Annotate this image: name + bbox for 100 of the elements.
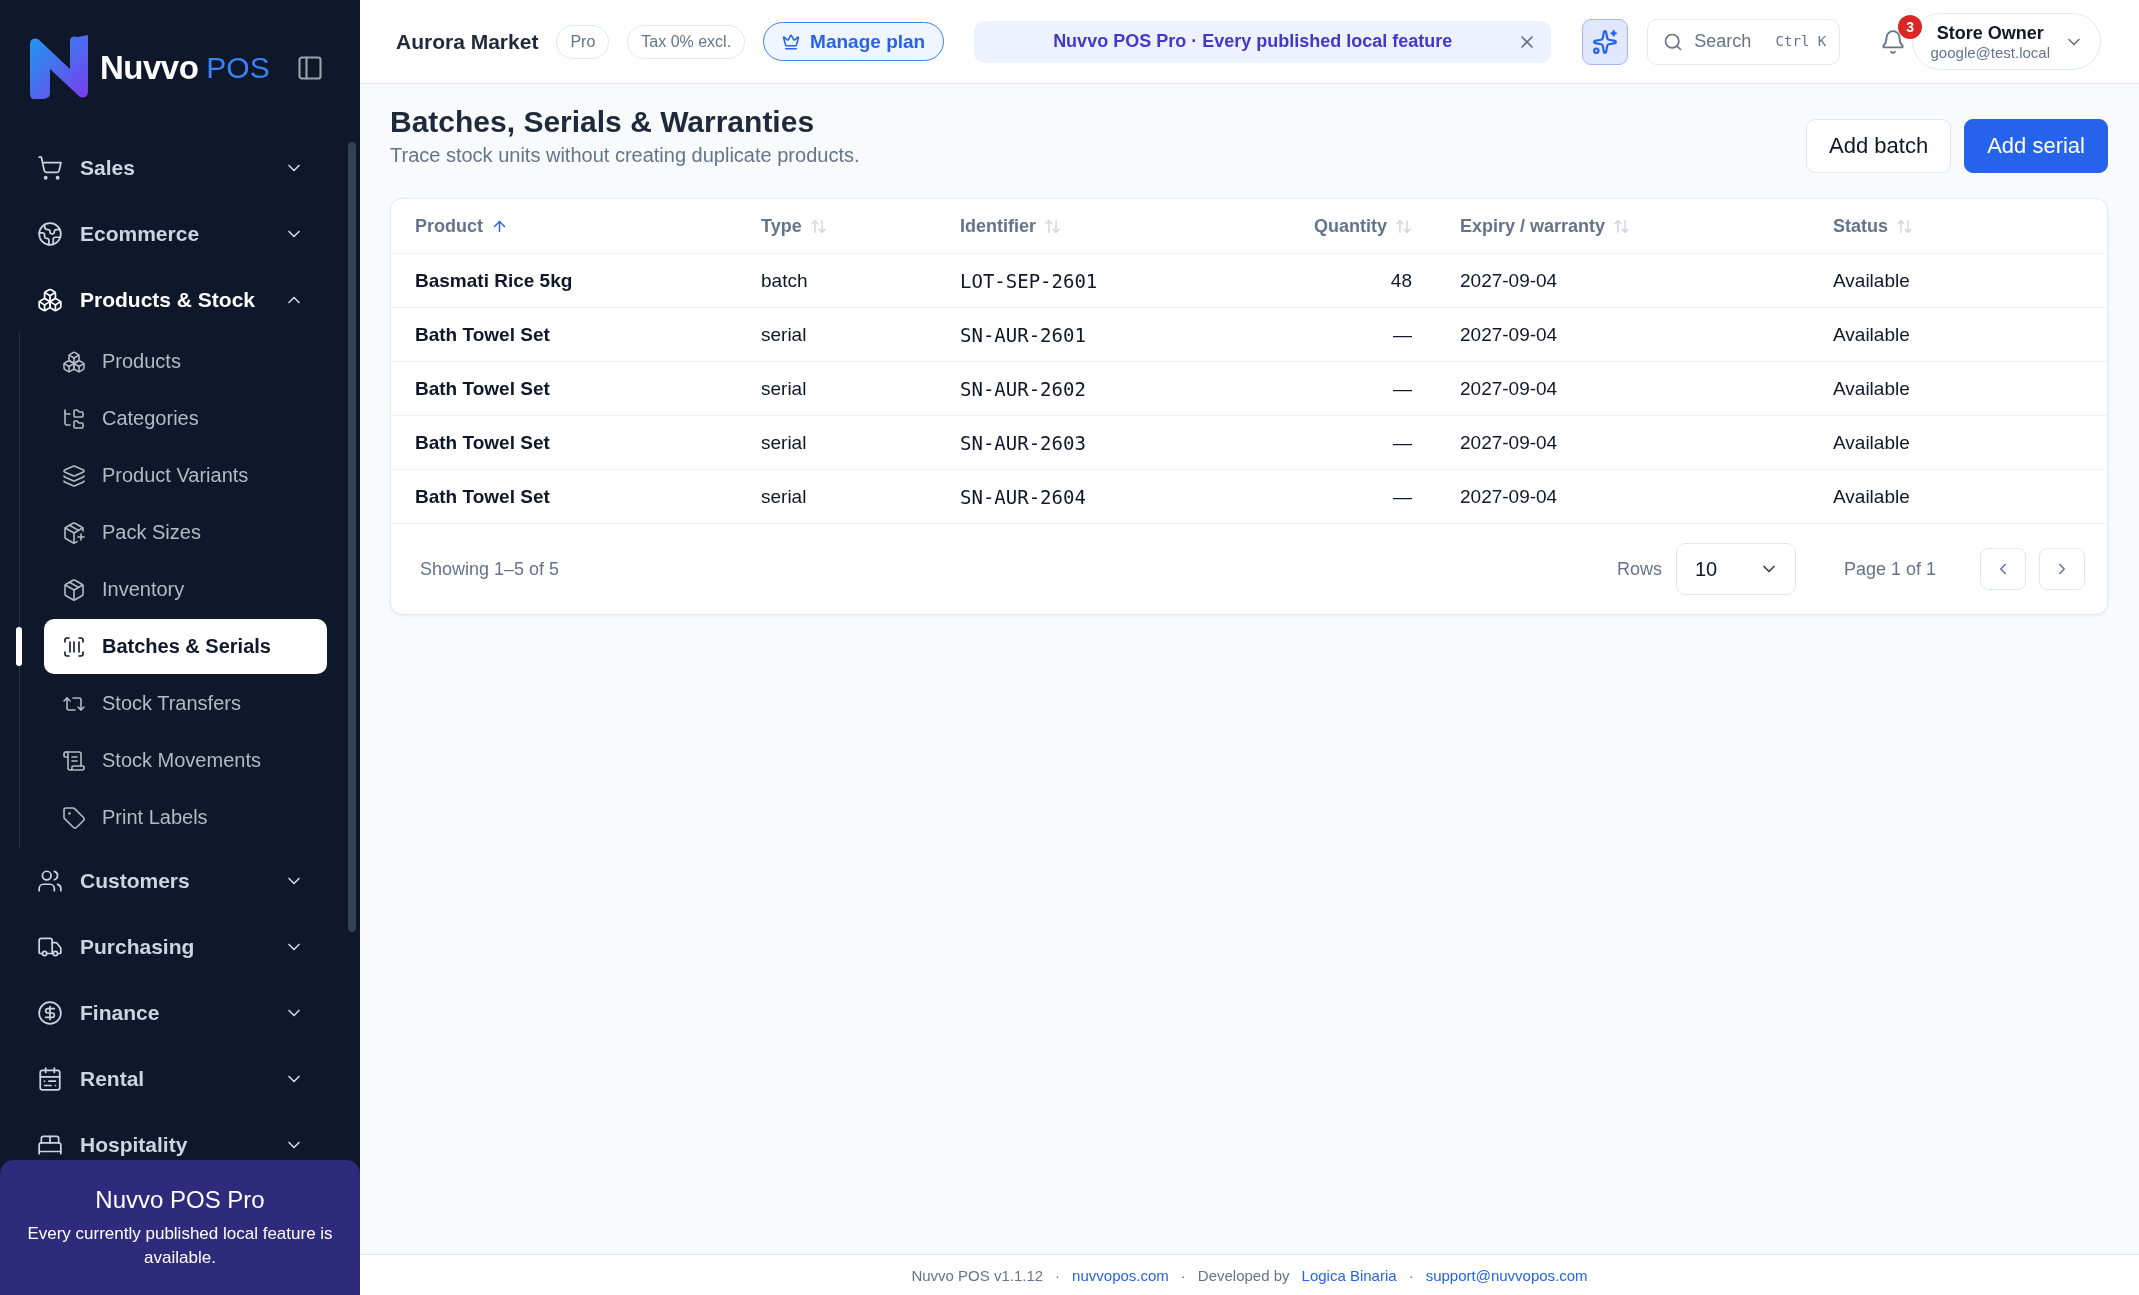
nav-group[interactable]: Finance bbox=[0, 980, 348, 1046]
table-cell: — bbox=[1393, 377, 1412, 400]
notification-count: 3 bbox=[1898, 14, 1923, 39]
table-cell: Bath Towel Set bbox=[415, 485, 550, 508]
sparkles-icon bbox=[1592, 28, 1619, 55]
table-cell: serial bbox=[761, 323, 807, 346]
table-cell: serial bbox=[761, 431, 807, 454]
table-cell: Bath Towel Set bbox=[415, 431, 550, 454]
package-icon bbox=[62, 577, 86, 602]
column-header[interactable]: Product bbox=[415, 215, 508, 237]
table-cell: Basmati Rice 5kg bbox=[415, 269, 573, 292]
shortcut-hint: Ctrl K bbox=[1775, 32, 1827, 49]
user-email: google@test.local bbox=[1930, 43, 2050, 61]
layers-icon bbox=[62, 463, 86, 488]
footer-text: · bbox=[1055, 1266, 1061, 1284]
nav-item[interactable]: Product Variants bbox=[44, 447, 327, 504]
table-cell: serial bbox=[761, 377, 807, 400]
panel-icon bbox=[296, 53, 324, 82]
table-cell: Available bbox=[1833, 269, 1910, 292]
assistant-button[interactable] bbox=[1582, 18, 1629, 65]
table-cell: Available bbox=[1833, 377, 1910, 400]
secondary-button[interactable]: Add batch bbox=[1806, 119, 1952, 173]
nav-item[interactable]: Products bbox=[44, 333, 327, 390]
rows-label: Rows bbox=[1616, 558, 1662, 580]
footer-link[interactable]: Logica Binaria bbox=[1301, 1266, 1397, 1284]
nav-group[interactable]: Products & Stock bbox=[0, 267, 348, 333]
active-indicator bbox=[16, 627, 22, 666]
barcode-scan-icon bbox=[62, 634, 86, 659]
banner-text: Nuvvo POS Pro · Every published local feature bbox=[1052, 31, 1454, 52]
nav-item[interactable]: Stock Movements bbox=[44, 732, 327, 789]
column-header[interactable]: Identifier bbox=[960, 215, 1061, 237]
table-cell: 2027-09-04 bbox=[1460, 485, 1558, 508]
footer-link[interactable]: nuvvopos.com bbox=[1072, 1266, 1169, 1284]
scrollbar-thumb[interactable] bbox=[348, 142, 356, 932]
nav-item[interactable]: Print Labels bbox=[44, 789, 327, 846]
scroll-icon bbox=[62, 748, 86, 773]
folder-tree-icon bbox=[62, 406, 86, 431]
nav-group[interactable]: Rental bbox=[0, 1046, 348, 1112]
table-cell: — bbox=[1393, 485, 1412, 508]
globe-icon bbox=[37, 221, 63, 247]
primary-button[interactable]: Add serial bbox=[1964, 119, 2108, 173]
users-icon bbox=[37, 868, 63, 894]
nav-item[interactable]: Stock Transfers bbox=[44, 675, 327, 732]
tag-icon bbox=[62, 805, 86, 830]
column-header[interactable]: Expiry / warranty bbox=[1460, 215, 1631, 237]
package-plus-icon bbox=[62, 520, 86, 545]
table-cell: 2027-09-04 bbox=[1460, 377, 1558, 400]
table-cell: serial bbox=[761, 485, 807, 508]
nav-group[interactable]: Sales bbox=[0, 135, 348, 201]
search-icon bbox=[1663, 31, 1684, 52]
page-indicator: Page 1 of 1 bbox=[1843, 558, 1936, 580]
table-cell: SN-AUR-2601 bbox=[960, 323, 1086, 346]
column-header[interactable]: Type bbox=[761, 215, 827, 237]
table-cell: Available bbox=[1833, 485, 1910, 508]
column-header[interactable]: Quantity bbox=[1314, 215, 1412, 237]
boxes-icon bbox=[37, 287, 63, 313]
bell-icon bbox=[1880, 28, 1907, 55]
table-cell: 48 bbox=[1390, 269, 1412, 292]
footer-link[interactable]: support@nuvvopos.com bbox=[1425, 1266, 1588, 1284]
table-cell: 2027-09-04 bbox=[1460, 431, 1558, 454]
footer-text: Nuvvo POS v1.1.12 bbox=[911, 1266, 1044, 1284]
promo-text: Every currently published local feature is available. bbox=[26, 1222, 334, 1269]
cart-icon bbox=[37, 155, 63, 181]
nav-group[interactable]: Ecommerce bbox=[0, 201, 348, 267]
footer-text: · bbox=[1408, 1266, 1414, 1284]
table-cell: SN-AUR-2603 bbox=[960, 431, 1086, 454]
nav-group[interactable]: Hospitality bbox=[0, 1112, 348, 1160]
table-cell: Available bbox=[1833, 323, 1910, 346]
footer-text: Developed by bbox=[1197, 1266, 1290, 1284]
crown-icon bbox=[782, 32, 801, 51]
user-name: Store Owner bbox=[1936, 22, 2044, 44]
column-header[interactable]: Status bbox=[1833, 215, 1913, 237]
table-cell: batch bbox=[761, 269, 808, 292]
nav-group[interactable]: Purchasing bbox=[0, 914, 348, 980]
table-cell: — bbox=[1393, 323, 1412, 346]
collapse-sidebar-button[interactable] bbox=[296, 53, 324, 82]
store-name: Aurora Market bbox=[396, 29, 539, 54]
logo-text: Nuvvo bbox=[100, 48, 199, 87]
table-cell: 2027-09-04 bbox=[1460, 269, 1558, 292]
manage-plan-button[interactable]: Manage plan bbox=[763, 22, 945, 61]
nav-group[interactable]: Customers bbox=[0, 848, 348, 914]
table-cell: — bbox=[1393, 431, 1412, 454]
promo-title: Nuvvo POS Pro bbox=[95, 1185, 265, 1214]
dollar-icon bbox=[37, 1000, 63, 1026]
results-summary: Showing 1–5 of 5 bbox=[420, 558, 560, 580]
table-cell: LOT-SEP-2601 bbox=[960, 269, 1098, 292]
page-title: Batches, Serials & Warranties bbox=[390, 104, 816, 140]
nav-item[interactable]: Pack Sizes bbox=[44, 504, 327, 561]
rows-select[interactable]: 10 bbox=[1675, 543, 1796, 595]
table-cell: 2027-09-04 bbox=[1460, 323, 1558, 346]
table-cell: Bath Towel Set bbox=[415, 323, 550, 346]
calendar-icon bbox=[37, 1066, 63, 1092]
table-cell: SN-AUR-2604 bbox=[960, 485, 1086, 508]
footer-text: · bbox=[1180, 1266, 1186, 1284]
table-cell: SN-AUR-2602 bbox=[960, 377, 1086, 400]
nav-item[interactable]: Categories bbox=[44, 390, 327, 447]
page-subtitle: Trace stock units without creating duplicate products. bbox=[390, 144, 860, 167]
nav-item[interactable]: Inventory bbox=[44, 561, 327, 618]
truck-icon bbox=[37, 934, 63, 960]
table-cell: Bath Towel Set bbox=[415, 377, 550, 400]
